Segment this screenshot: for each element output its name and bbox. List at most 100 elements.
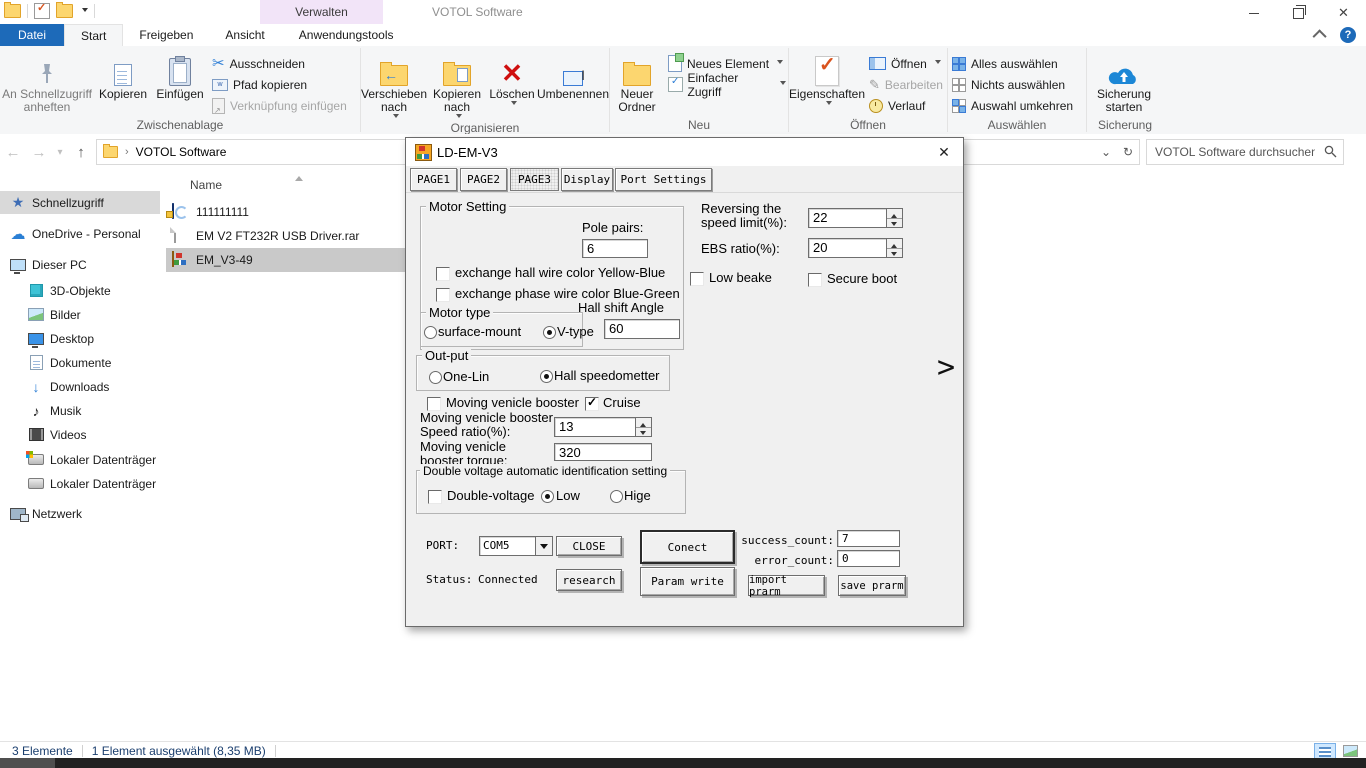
dialog-close-button[interactable]: ✕: [933, 143, 955, 161]
copy-path-button[interactable]: w Pfad kopieren: [208, 74, 356, 95]
start-backup-button[interactable]: Sicherung starten: [1087, 49, 1161, 114]
low-radio[interactable]: [541, 490, 554, 503]
properties-button[interactable]: Eigenschaften: [789, 49, 865, 108]
one-lin-radio[interactable]: [429, 371, 442, 384]
refresh-icon[interactable]: ↻: [1117, 140, 1139, 164]
search-icon[interactable]: [1324, 145, 1337, 158]
back-icon[interactable]: ←: [0, 144, 26, 161]
secure-boot-label[interactable]: Secure boot: [827, 271, 897, 286]
tab-share[interactable]: Freigeben: [123, 24, 209, 46]
hall-shift-field[interactable]: 60: [604, 319, 680, 339]
open-button[interactable]: Öffnen: [865, 53, 945, 74]
tab-page2[interactable]: PAGE2: [460, 168, 507, 191]
double-voltage-label[interactable]: Double-voltage: [447, 488, 534, 503]
copy-button[interactable]: Kopieren: [94, 49, 152, 101]
folder-icon[interactable]: [4, 4, 21, 18]
spin-down-icon[interactable]: [887, 249, 902, 258]
easy-access-button[interactable]: Einfacher Zugriff: [664, 74, 786, 95]
sidebar-item-quick-access[interactable]: ★ Schnellzugriff: [0, 191, 160, 214]
combo-dropdown-icon[interactable]: [535, 537, 552, 555]
recent-locations-icon[interactable]: ▾: [52, 147, 68, 158]
booster-torque-field[interactable]: 320: [554, 443, 652, 461]
ebs-spinner[interactable]: 20: [808, 238, 903, 258]
hall-speedometer-label[interactable]: Hall speedometter: [554, 368, 660, 383]
search-input[interactable]: [1153, 142, 1317, 162]
sidebar-item-desktop[interactable]: Desktop: [0, 327, 160, 350]
exchange-phase-label[interactable]: exchange phase wire color Blue-Green: [455, 286, 680, 301]
spin-down-icon[interactable]: [887, 219, 902, 228]
tab-file[interactable]: Datei: [0, 24, 64, 46]
select-all-button[interactable]: Alles auswählen: [948, 53, 1086, 74]
sidebar-item-downloads[interactable]: ↓ Downloads: [0, 375, 160, 398]
booster-speed-spinner[interactable]: 13: [554, 417, 652, 437]
hige-radio[interactable]: [610, 490, 623, 503]
pin-to-quick-access-button[interactable]: An Schnellzugriff anheften: [0, 49, 94, 114]
port-combobox[interactable]: COM5: [479, 536, 553, 556]
surface-mount-label[interactable]: surface-mount: [438, 324, 521, 339]
tab-page1[interactable]: PAGE1: [410, 168, 457, 191]
cruise-checkbox[interactable]: [585, 397, 599, 411]
select-none-button[interactable]: Nichts auswählen: [948, 74, 1086, 95]
history-button[interactable]: Verlauf: [865, 95, 945, 116]
move-to-button[interactable]: ← Verschieben nach: [361, 49, 427, 121]
low-beake-label[interactable]: Low beake: [709, 270, 772, 285]
help-icon[interactable]: ?: [1340, 27, 1356, 43]
forward-icon[interactable]: →: [26, 144, 52, 161]
sidebar-item-pictures[interactable]: Bilder: [0, 303, 160, 326]
file-row[interactable]: 111111111: [166, 200, 406, 224]
rename-button[interactable]: Umbenennen: [537, 49, 609, 101]
param-write-button[interactable]: Param write: [640, 567, 735, 596]
address-dropdown-icon[interactable]: ⌄: [1095, 140, 1117, 164]
reversing-spinner[interactable]: 22: [808, 208, 903, 228]
spin-up-icon[interactable]: [887, 209, 902, 219]
ebs-value[interactable]: 20: [813, 240, 827, 255]
spin-up-icon[interactable]: [887, 239, 902, 249]
booster-speed-value[interactable]: 13: [559, 419, 573, 434]
minimize-button[interactable]: [1231, 0, 1276, 26]
tab-page3[interactable]: PAGE3: [510, 168, 559, 191]
sidebar-item-music[interactable]: ♪ Musik: [0, 399, 160, 422]
edit-button[interactable]: ✎ Bearbeiten: [865, 74, 945, 95]
tab-start[interactable]: Start: [64, 24, 123, 46]
expand-arrow[interactable]: >: [937, 350, 955, 385]
v-type-label[interactable]: V-type: [557, 324, 594, 339]
tab-port-settings[interactable]: Port Settings: [615, 168, 712, 191]
thumbnail-view-button[interactable]: [1340, 743, 1360, 758]
file-row-selected[interactable]: EM_V3-49: [166, 248, 406, 272]
sidebar-item-documents[interactable]: Dokumente: [0, 351, 160, 374]
secure-boot-checkbox[interactable]: [808, 273, 822, 287]
one-lin-label[interactable]: One-Lin: [443, 369, 489, 384]
paste-button[interactable]: Einfügen: [152, 49, 208, 101]
exchange-hall-label[interactable]: exchange hall wire color Yellow-Blue: [455, 265, 665, 280]
low-beake-checkbox[interactable]: [690, 272, 704, 286]
success-count-field[interactable]: 7: [837, 530, 900, 547]
exchange-hall-checkbox[interactable]: [436, 267, 450, 281]
copy-to-button[interactable]: Kopieren nach: [427, 49, 487, 121]
sidebar-item-onedrive[interactable]: ☁ OneDrive - Personal: [0, 222, 160, 245]
sidebar-item-network[interactable]: Netzwerk: [0, 502, 160, 525]
properties-qat-icon[interactable]: ✓: [34, 3, 50, 19]
hige-label[interactable]: Hige: [624, 488, 651, 503]
breadcrumb-path[interactable]: VOTOL Software: [136, 145, 227, 159]
connect-button[interactable]: Conect: [640, 530, 735, 564]
file-row[interactable]: EM V2 FT232R USB Driver.rar: [166, 224, 406, 248]
reversing-value[interactable]: 22: [813, 210, 827, 225]
save-param-button[interactable]: save prarm: [838, 575, 906, 596]
cut-button[interactable]: ✂ Ausschneiden: [208, 53, 356, 74]
sidebar-item-3d-objects[interactable]: 3D-Objekte: [0, 279, 160, 302]
column-header-name[interactable]: Name: [190, 178, 222, 192]
sidebar-item-this-pc[interactable]: Dieser PC: [0, 253, 160, 276]
sidebar-item-local-disk-c[interactable]: Lokaler Datenträger: [0, 448, 160, 471]
invert-selection-button[interactable]: Auswahl umkehren: [948, 95, 1086, 116]
hall-speedometer-radio[interactable]: [540, 370, 553, 383]
moving-booster-label[interactable]: Moving venicle booster: [446, 395, 579, 410]
cruise-label[interactable]: Cruise: [603, 395, 641, 410]
paste-shortcut-button[interactable]: Verknüpfung einfügen: [208, 95, 356, 116]
close-port-button[interactable]: CLOSE: [556, 536, 622, 556]
sidebar-item-local-disk-d[interactable]: Lokaler Datenträger: [0, 472, 160, 495]
exchange-phase-checkbox[interactable]: [436, 288, 450, 302]
up-icon[interactable]: ↑: [68, 144, 94, 161]
surface-mount-radio[interactable]: [424, 326, 437, 339]
manage-context-tab[interactable]: Verwalten: [260, 0, 383, 24]
low-label[interactable]: Low: [556, 488, 580, 503]
